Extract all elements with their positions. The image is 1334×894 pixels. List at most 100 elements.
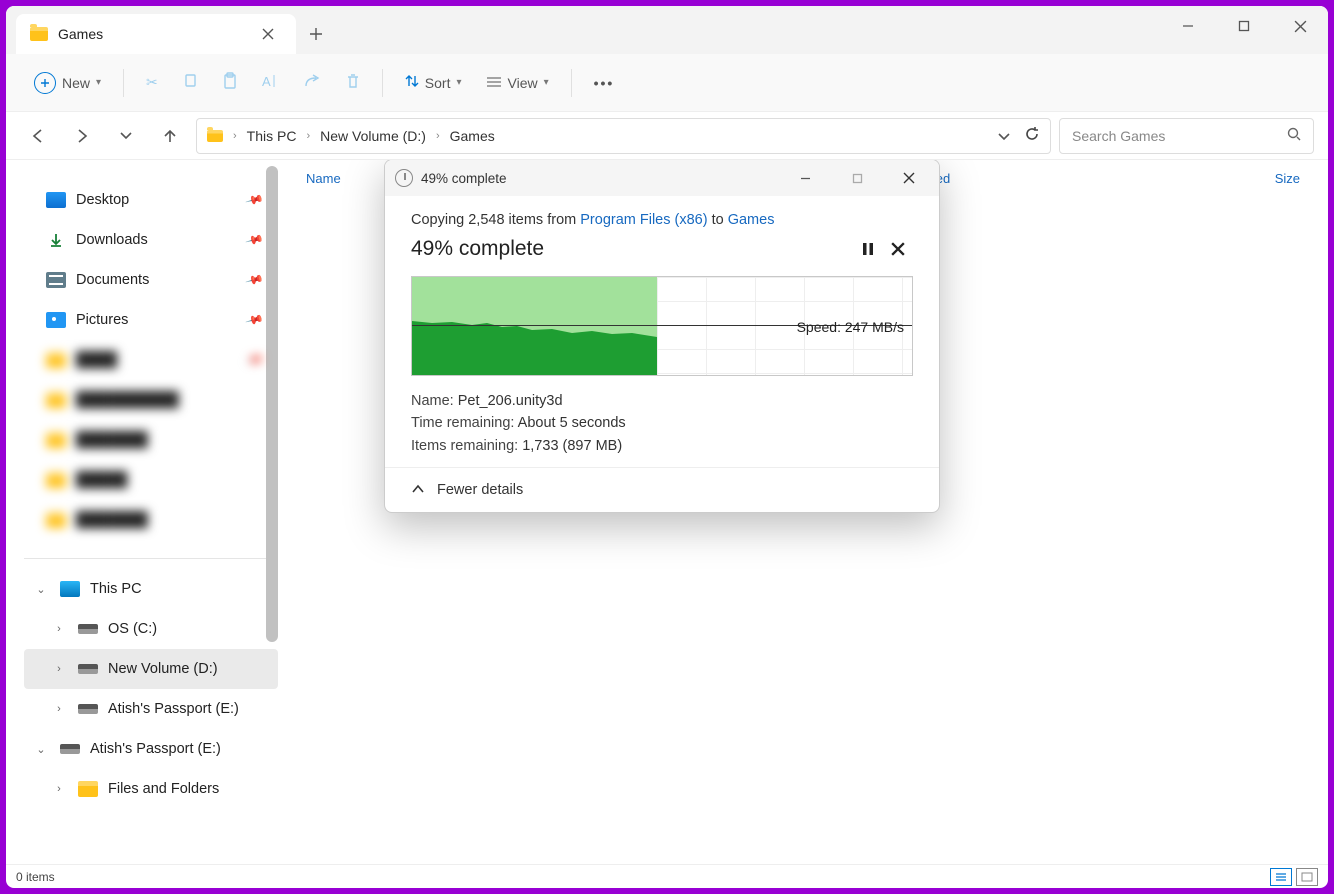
dialog-footer[interactable]: Fewer details — [385, 467, 939, 512]
delete-button[interactable] — [336, 65, 370, 101]
main-content: Name Date modified Size 49% complete Cop — [278, 160, 1328, 864]
breadcrumb-pc[interactable]: This PC — [247, 128, 297, 144]
items-remaining: 1,733 (897 MB) — [522, 438, 622, 454]
chevron-down-icon: ▾ — [96, 77, 101, 88]
explorer-window: Games New ▾ ✂ A Sort ▾ — [6, 6, 1328, 888]
dialog-close-button[interactable] — [887, 160, 931, 196]
sidebar: Desktop📌 Downloads📌 Documents📌 Pictures📌… — [6, 160, 278, 864]
sidebar-item-blurred[interactable]: █████ — [24, 460, 278, 500]
cut-button[interactable]: ✂ — [136, 65, 168, 101]
speed-label: Speed: 247 MB/s — [797, 319, 904, 335]
search-input[interactable]: Search Games — [1059, 118, 1314, 154]
drive-icon — [78, 624, 98, 634]
view-button[interactable]: View ▾ — [476, 65, 559, 101]
sidebar-item-documents[interactable]: Documents📌 — [24, 260, 278, 300]
chevron-right-icon[interactable]: › — [50, 623, 68, 635]
close-tab-button[interactable] — [254, 20, 282, 48]
folder-icon — [46, 512, 66, 528]
view-label: View — [508, 75, 538, 91]
details-view-icon[interactable] — [1270, 868, 1292, 886]
paste-button[interactable] — [212, 65, 248, 101]
folder-icon — [46, 392, 66, 408]
download-icon — [46, 232, 66, 248]
chevron-down-icon[interactable]: ⌄ — [32, 583, 50, 596]
sidebar-item-desktop[interactable]: Desktop📌 — [24, 180, 278, 220]
thumbnails-view-icon[interactable] — [1296, 868, 1318, 886]
chevron-down-icon[interactable] — [998, 128, 1010, 144]
sort-icon — [405, 74, 419, 91]
chevron-down-icon[interactable]: ⌄ — [32, 743, 50, 756]
share-icon — [304, 74, 322, 91]
sidebar-item-thispc[interactable]: ⌄This PC — [24, 569, 278, 609]
pin-icon: 📌 — [245, 310, 265, 330]
new-tab-button[interactable] — [296, 14, 336, 54]
navbar: › This PC › New Volume (D:) › Games Sear… — [6, 112, 1328, 160]
dialog-minimize-button[interactable] — [783, 160, 827, 196]
pc-icon — [60, 581, 80, 597]
tab-games[interactable]: Games — [16, 14, 296, 54]
chevron-right-icon: › — [302, 130, 314, 142]
scissors-icon: ✂ — [146, 74, 158, 91]
plus-circle-icon — [34, 72, 56, 94]
sort-button[interactable]: Sort ▾ — [395, 65, 472, 101]
sidebar-item-drive-c[interactable]: ›OS (C:) — [24, 609, 278, 649]
drive-icon — [78, 704, 98, 714]
copy-filename: Pet_206.unity3d — [458, 393, 563, 409]
refresh-button[interactable] — [1024, 126, 1040, 145]
sidebar-item-blurred[interactable]: ██████████ — [24, 380, 278, 420]
time-remaining: About 5 seconds — [518, 415, 626, 431]
sidebar-item-drive-d[interactable]: ›New Volume (D:) — [24, 649, 278, 689]
forward-button[interactable] — [64, 118, 100, 154]
sidebar-item-blurred[interactable]: ███████ — [24, 420, 278, 460]
sidebar-item-blurred[interactable]: ████📌 — [24, 340, 278, 380]
recent-button[interactable] — [108, 118, 144, 154]
dest-link[interactable]: Games — [728, 212, 775, 228]
breadcrumb-folder[interactable]: Games — [450, 128, 495, 144]
clipboard-icon — [222, 72, 238, 93]
column-size[interactable]: Size — [1220, 171, 1300, 186]
pause-button[interactable] — [853, 234, 883, 264]
dialog-titlebar: 49% complete — [385, 160, 939, 196]
status-bar: 0 items — [6, 864, 1328, 888]
svg-text:A: A — [262, 74, 271, 89]
rename-button[interactable]: A — [252, 65, 290, 101]
sidebar-item-ext-folder[interactable]: ›Files and Folders — [24, 769, 278, 809]
close-window-button[interactable] — [1272, 6, 1328, 46]
up-button[interactable] — [152, 118, 188, 154]
toolbar: New ▾ ✂ A Sort ▾ View ▾ ••• — [6, 54, 1328, 112]
folder-icon — [46, 432, 66, 448]
more-button[interactable]: ••• — [584, 65, 625, 101]
source-link[interactable]: Program Files (x86) — [580, 212, 707, 228]
folder-icon — [207, 130, 223, 142]
document-icon — [46, 272, 66, 288]
folder-icon — [46, 472, 66, 488]
sidebar-item-drive-e[interactable]: ›Atish's Passport (E:) — [24, 689, 278, 729]
maximize-button[interactable] — [1216, 6, 1272, 46]
search-placeholder: Search Games — [1072, 128, 1287, 144]
view-icon — [486, 75, 502, 91]
sidebar-item-downloads[interactable]: Downloads📌 — [24, 220, 278, 260]
share-button[interactable] — [294, 65, 332, 101]
titlebar: Games — [6, 6, 1328, 54]
chevron-right-icon[interactable]: › — [50, 663, 68, 675]
back-button[interactable] — [20, 118, 56, 154]
breadcrumb-volume[interactable]: New Volume (D:) — [320, 128, 426, 144]
sidebar-item-blurred[interactable]: ███████ — [24, 500, 278, 540]
cancel-button[interactable] — [883, 234, 913, 264]
new-button[interactable]: New ▾ — [24, 65, 111, 101]
minimize-button[interactable] — [1160, 6, 1216, 46]
chevron-right-icon[interactable]: › — [50, 703, 68, 715]
folder-icon — [46, 352, 66, 368]
dialog-maximize-button[interactable] — [835, 160, 879, 196]
folder-icon — [30, 27, 48, 41]
sidebar-item-ext-drive[interactable]: ⌄Atish's Passport (E:) — [24, 729, 278, 769]
more-icon: ••• — [594, 75, 615, 91]
chevron-right-icon[interactable]: › — [50, 783, 68, 795]
dialog-copying-text: Copying 2,548 items from Program Files (… — [411, 212, 913, 228]
tab-title: Games — [58, 26, 244, 42]
rename-icon: A — [262, 73, 280, 92]
address-bar[interactable]: › This PC › New Volume (D:) › Games — [196, 118, 1051, 154]
copy-icon — [182, 73, 198, 92]
sidebar-item-pictures[interactable]: Pictures📌 — [24, 300, 278, 340]
copy-button[interactable] — [172, 65, 208, 101]
